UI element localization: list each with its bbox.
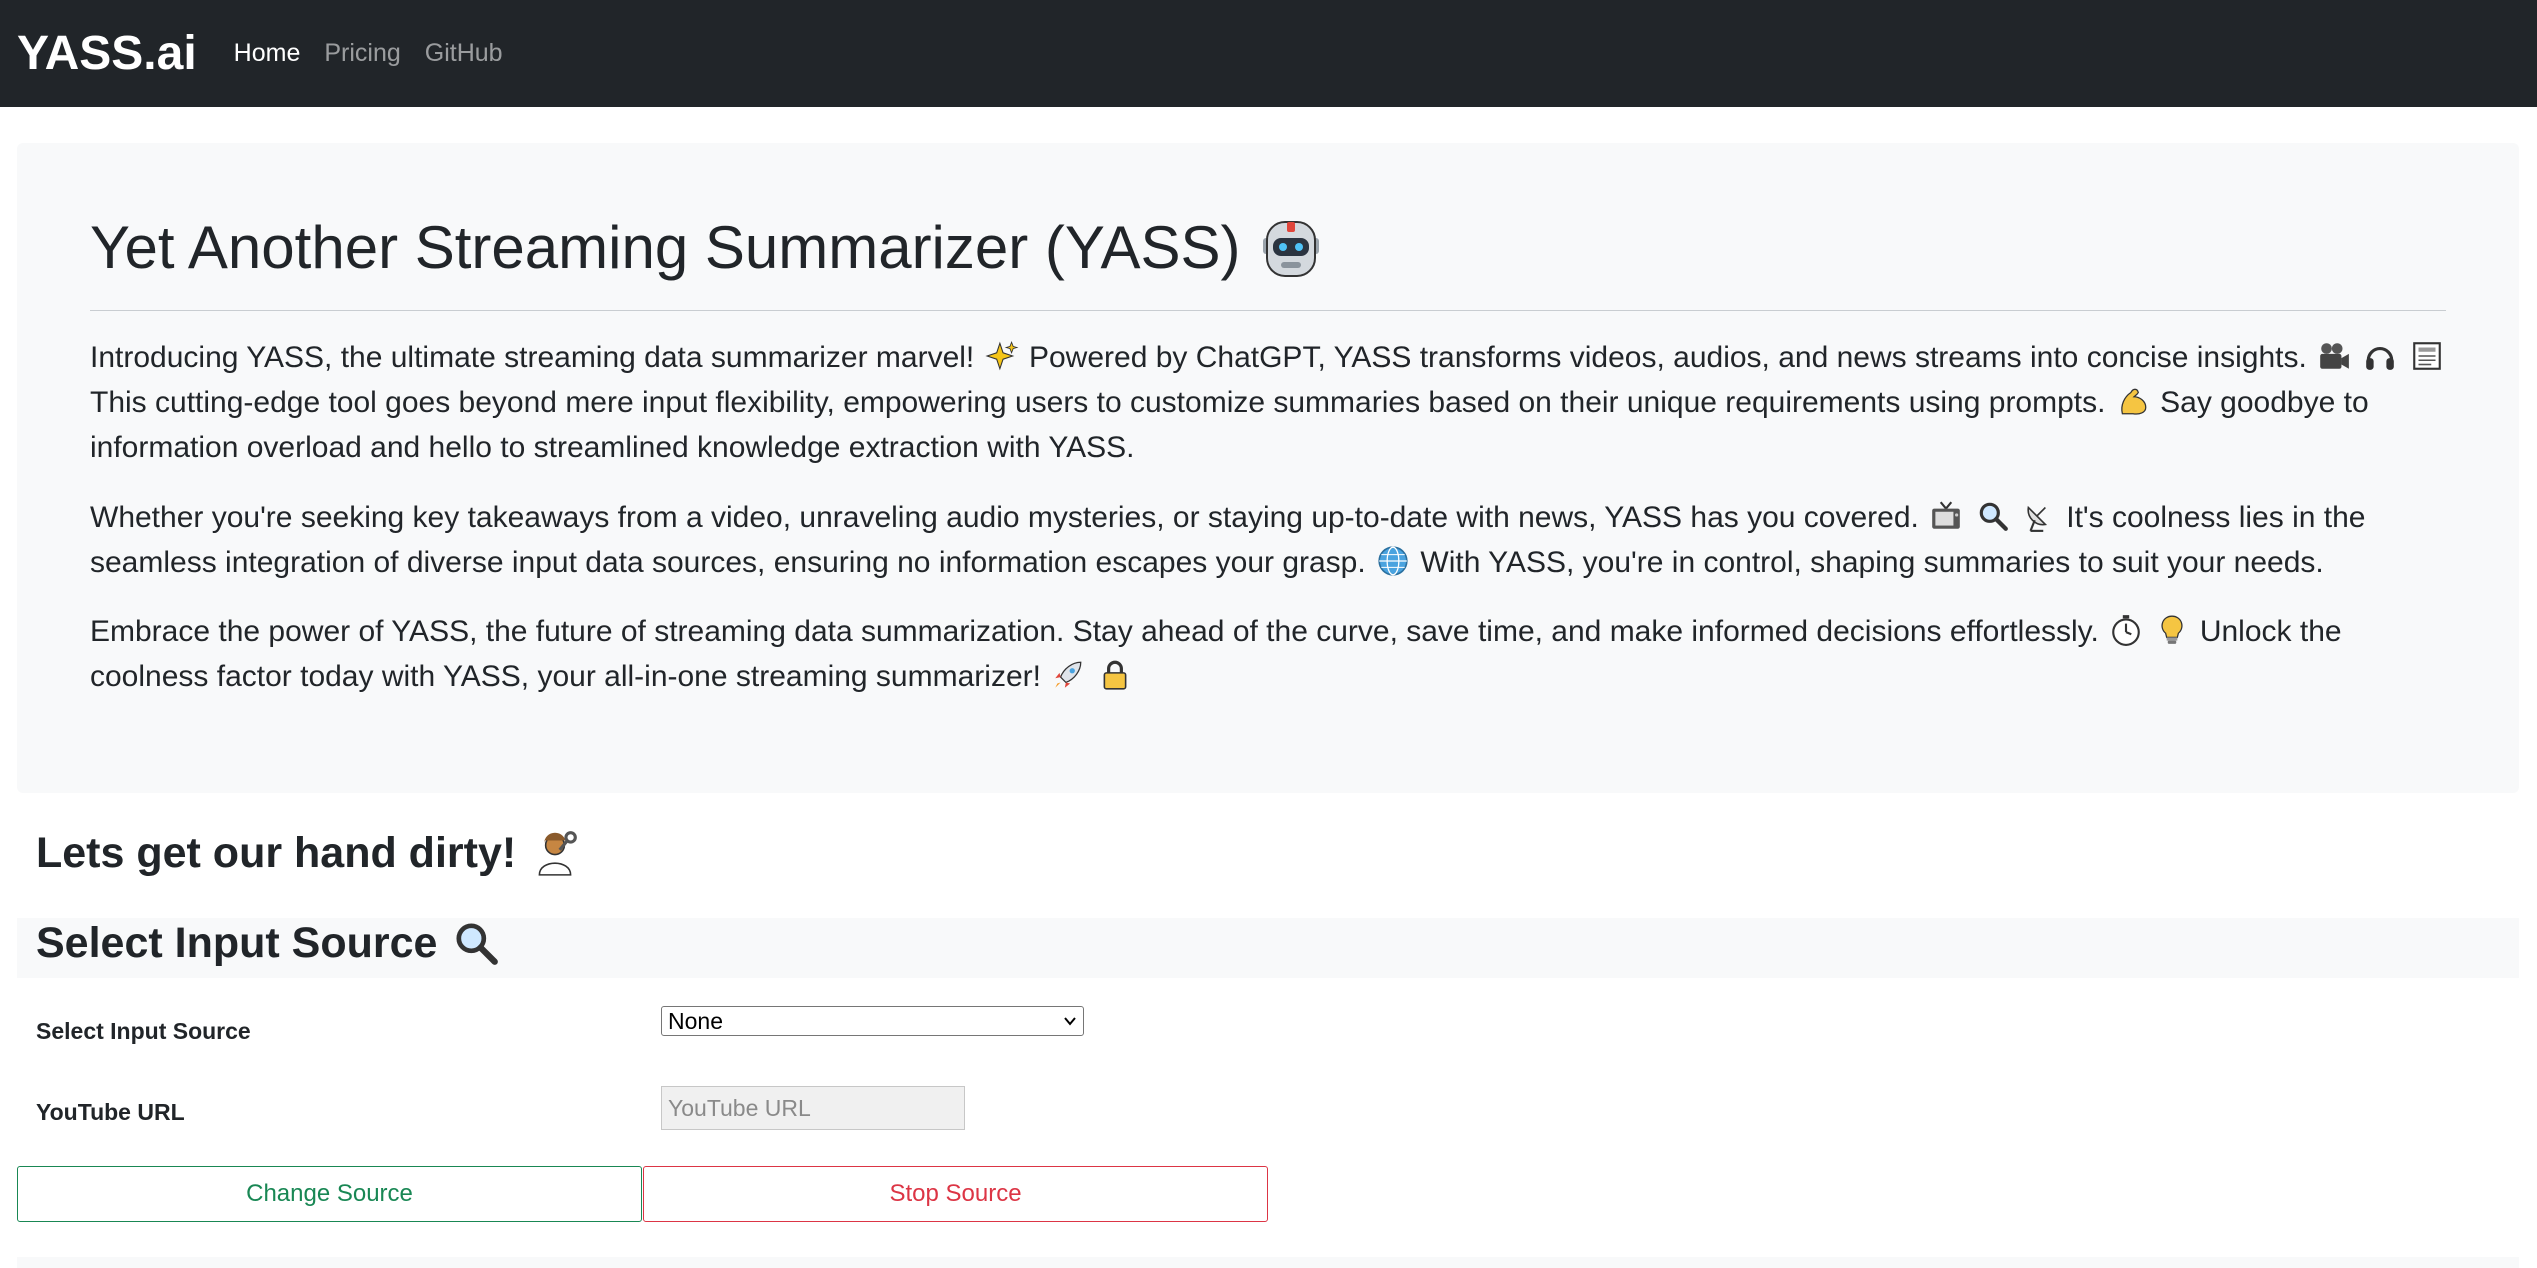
lock-icon xyxy=(1103,660,1127,690)
light-bulb-icon xyxy=(2161,615,2184,644)
input-source-label: Select Input Source xyxy=(36,1018,251,1044)
headphones-icon xyxy=(2366,347,2395,370)
hero-divider xyxy=(90,310,2446,311)
section-heading-get-started: Lets get our hand dirty! xyxy=(36,828,580,878)
change-source-button[interactable]: Change Source xyxy=(17,1166,642,1222)
next-section-header-bar xyxy=(17,1257,2519,1268)
input-source-select[interactable]: None xyxy=(661,1006,1084,1036)
hero-paragraph-1: Introducing YASS, the ultimate streaming… xyxy=(90,335,2450,470)
section-heading-select-source: Select Input Source xyxy=(36,918,501,968)
nav-link-github[interactable]: GitHub xyxy=(425,39,503,68)
rocket-icon xyxy=(1055,661,1082,688)
nav-links: Home Pricing GitHub xyxy=(234,39,527,68)
input-source-selected-value: None xyxy=(668,1008,723,1034)
robot-icon xyxy=(1262,220,1319,277)
globe-icon xyxy=(1378,546,1408,576)
brand-logo[interactable]: YASS.ai xyxy=(17,26,197,81)
satellite-antenna-icon xyxy=(2027,505,2047,532)
nav-link-home[interactable]: Home xyxy=(234,39,301,68)
hero-panel: Yet Another Streaming Summarizer (YASS) … xyxy=(17,143,2519,793)
stop-source-button[interactable]: Stop Source xyxy=(643,1166,1268,1222)
top-navbar: YASS.ai Home Pricing GitHub xyxy=(0,0,2537,107)
newspaper-icon xyxy=(2413,342,2441,370)
sparkles-icon xyxy=(985,340,1019,371)
youtube-url-label: YouTube URL xyxy=(36,1099,185,1125)
television-icon xyxy=(1932,501,1961,529)
nav-link-pricing[interactable]: Pricing xyxy=(324,39,400,68)
mechanic-icon xyxy=(538,831,578,876)
hero-title: Yet Another Streaming Summarizer (YASS) xyxy=(90,213,1323,282)
hero-paragraph-2: Whether you're seeking key takeaways fro… xyxy=(90,501,2366,579)
magnifier-icon xyxy=(456,923,499,965)
flexed-biceps-icon xyxy=(2121,388,2147,415)
magnifier-icon xyxy=(1979,502,2008,531)
chevron-down-icon xyxy=(1064,1017,1076,1026)
hero-title-text: Yet Another Streaming Summarizer (YASS) xyxy=(90,214,1241,281)
youtube-url-input[interactable] xyxy=(661,1086,965,1130)
hero-paragraph-3: Embrace the power of YASS, the future of… xyxy=(90,615,2342,693)
stopwatch-icon xyxy=(2112,615,2140,646)
video-camera-icon xyxy=(2320,343,2350,369)
